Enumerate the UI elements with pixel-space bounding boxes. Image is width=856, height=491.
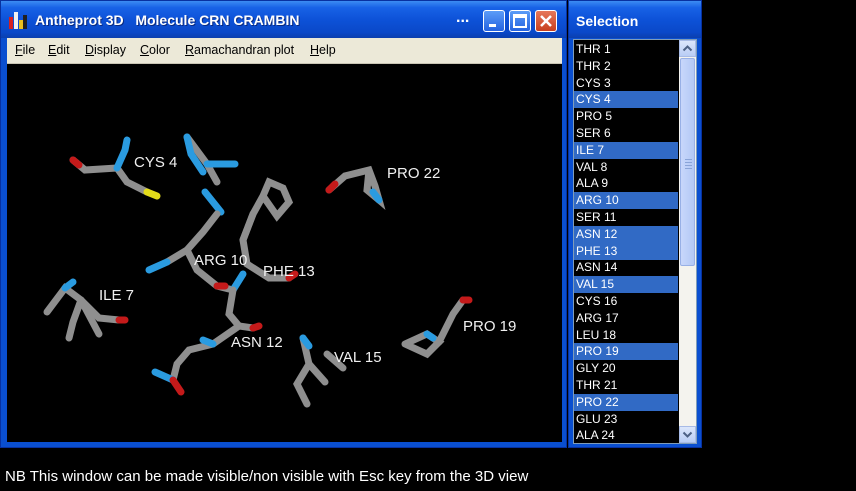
residue-list-item[interactable]: CYS 3 <box>574 75 678 92</box>
residue-list-item[interactable]: THR 1 <box>574 41 678 58</box>
residue-list-item[interactable]: ILE 7 <box>574 141 678 159</box>
residue-list-item[interactable]: PHE 13 <box>574 242 678 260</box>
menu-ramachandran-plot[interactable]: Ramachandran plot <box>185 43 294 57</box>
maximize-button[interactable] <box>509 10 531 32</box>
scroll-up-button[interactable] <box>679 40 696 57</box>
menu-color[interactable]: Color <box>140 43 170 57</box>
menu-bar: File Edit Display Color Ramachandran plo… <box>7 38 562 64</box>
label-phe13: PHE 13 <box>263 263 315 280</box>
window-title: Antheprot 3D Molecule CRN CRAMBIN <box>35 12 300 28</box>
residue-list-item[interactable]: VAL 15 <box>574 276 678 294</box>
residue-list-item[interactable]: GLU 23 <box>574 411 678 428</box>
help-note: NB This window can be made visible/non v… <box>5 468 529 485</box>
residue-list-item[interactable]: ALA 24 <box>574 427 678 444</box>
residue-list-item[interactable]: GLY 20 <box>574 360 678 377</box>
residue-list[interactable]: THR 1 THR 2 CYS 3 CYS 4 PRO 5 SER 6 ILE 7 VAL 8… <box>573 39 697 444</box>
residue-list-item[interactable]: PRO 22 <box>574 393 678 411</box>
residue-list-item[interactable]: LEU 18 <box>574 327 678 344</box>
maximize-icon <box>513 14 527 28</box>
residue-pro19-sticks <box>401 296 473 359</box>
label-cys4: CYS 4 <box>134 154 177 171</box>
antheprot-3d-window: Antheprot 3D Molecule CRN CRAMBIN ... Fi… <box>0 0 567 448</box>
residue-list-item[interactable]: SER 11 <box>574 209 678 226</box>
residue-list-item[interactable]: ASN 14 <box>574 259 678 276</box>
residue-list-item[interactable]: PRO 19 <box>574 343 678 361</box>
label-pro19: PRO 19 <box>463 318 516 335</box>
chevron-down-icon <box>682 431 693 438</box>
residue-labels: CYS 4 PRO 22 ARG 10 PHE 13 ILE 7 PRO 19 … <box>99 154 516 366</box>
menu-file[interactable]: File <box>15 43 35 57</box>
menu-display[interactable]: Display <box>85 43 126 57</box>
menu-help[interactable]: Help <box>310 43 336 57</box>
residue-val15-sticks <box>293 334 347 408</box>
residue-cys4-sticks <box>69 133 239 216</box>
molecule-stick-model: CYS 4 PRO 22 ARG 10 PHE 13 ILE 7 PRO 19 … <box>43 133 516 408</box>
residue-pro22-sticks <box>325 165 386 210</box>
selection-window: Selection THR 1 THR 2 CYS 3 CYS 4 PRO 5 SER 6… <box>568 0 702 448</box>
minimize-button[interactable] <box>483 10 505 32</box>
vertical-scrollbar[interactable] <box>679 40 696 443</box>
scroll-thumb[interactable] <box>680 58 695 266</box>
residue-list-item[interactable]: THR 21 <box>574 377 678 394</box>
residue-list-item[interactable]: CYS 4 <box>574 91 678 109</box>
title-bar[interactable]: Antheprot 3D Molecule CRN CRAMBIN ... <box>1 1 566 38</box>
menu-edit[interactable]: Edit <box>48 43 70 57</box>
label-pro22: PRO 22 <box>387 165 440 182</box>
residue-list-item[interactable]: ALA 9 <box>574 175 678 192</box>
residue-list-item[interactable]: SER 6 <box>574 125 678 142</box>
residue-list-item[interactable]: PRO 5 <box>574 108 678 125</box>
app-icon <box>9 12 27 29</box>
close-button[interactable] <box>535 10 557 32</box>
selection-title: Selection <box>576 13 639 29</box>
title-ellipsis: ... <box>456 9 470 26</box>
residue-list-item[interactable]: ARG 10 <box>574 192 678 210</box>
label-asn12: ASN 12 <box>231 334 283 351</box>
label-val15: VAL 15 <box>334 349 382 366</box>
residue-list-item[interactable]: CYS 16 <box>574 293 678 310</box>
residue-list-item[interactable]: VAL 8 <box>574 159 678 176</box>
scroll-down-button[interactable] <box>679 426 696 443</box>
selection-title-bar[interactable]: Selection <box>569 1 701 38</box>
residue-list-item[interactable]: ASN 12 <box>574 225 678 243</box>
label-ile7: ILE 7 <box>99 287 134 304</box>
residue-list-item[interactable]: ARG 17 <box>574 310 678 327</box>
minimize-icon <box>489 24 496 27</box>
chevron-up-icon <box>682 45 693 52</box>
molecule-3d-view[interactable]: CYS 4 PRO 22 ARG 10 PHE 13 ILE 7 PRO 19 … <box>7 64 562 442</box>
label-arg10: ARG 10 <box>194 252 247 269</box>
close-icon <box>540 15 552 27</box>
residue-list-item[interactable]: THR 2 <box>574 58 678 75</box>
